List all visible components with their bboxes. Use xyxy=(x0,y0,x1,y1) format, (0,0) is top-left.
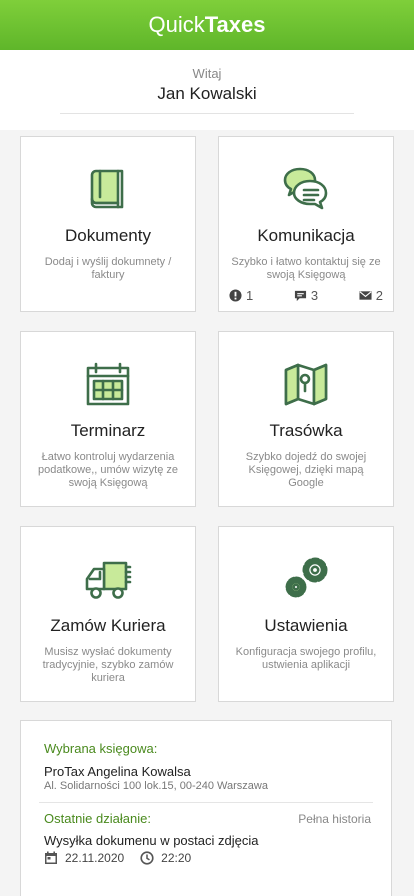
app-title-light: Quick xyxy=(148,12,205,37)
tile-title: Dokumenty xyxy=(65,226,151,245)
alerts-badge[interactable]: 1 xyxy=(229,288,253,303)
mail-count: 2 xyxy=(375,288,383,303)
truck-icon xyxy=(21,553,195,605)
info-panel: Wybrana księgowa: ProTax Angelina Kowals… xyxy=(20,720,392,896)
app-title-bold: Taxes xyxy=(204,12,266,37)
tile-title: Komunikacja xyxy=(257,226,355,245)
alerts-count: 1 xyxy=(246,288,254,303)
last-action-time: 22:20 xyxy=(161,851,192,865)
mail-badge[interactable]: 2 xyxy=(359,288,383,303)
tile-terminarz[interactable]: Terminarz Łatwo kontroluj wydarzenia pod… xyxy=(20,331,196,507)
tile-description: Szybko dojedź do swojej Księgowej, dzięk… xyxy=(245,451,367,489)
divider xyxy=(39,802,373,803)
divider xyxy=(60,113,354,114)
greeting-text: Witaj xyxy=(192,66,222,81)
tile-ustawienia[interactable]: Ustawienia Konfiguracja swojego profilu,… xyxy=(218,526,394,702)
accountant-address: Al. Solidarności 100 lok.15, 00-240 Wars… xyxy=(44,780,268,792)
chat-icon xyxy=(219,163,393,215)
tile-title: Trasówka xyxy=(269,421,343,440)
tile-dokumenty[interactable]: Dokumenty Dodaj i wyślij dokumnety / fak… xyxy=(20,136,196,312)
user-name: Jan Kowalski xyxy=(157,84,257,103)
calendar-small-icon xyxy=(45,851,57,864)
greeting-panel: Witaj Jan Kowalski xyxy=(0,50,414,130)
app-header: QuickTaxes xyxy=(0,0,414,50)
tile-description: Dodaj i wyślij dokumnety / faktury xyxy=(44,256,172,281)
last-action-label: Ostatnie działanie: xyxy=(44,811,151,826)
last-action-date: 22.11.2020 xyxy=(65,851,125,865)
messages-count: 3 xyxy=(310,288,319,303)
tile-description: Konfiguracja swojego profilu, ustwienia … xyxy=(235,646,377,671)
accountant-name: ProTax Angelina Kowalsa xyxy=(44,764,191,779)
tile-kurier[interactable]: Zamów Kuriera Musisz wysłać dokumenty tr… xyxy=(20,526,196,702)
comment-icon xyxy=(294,290,306,302)
tile-title: Ustawienia xyxy=(264,616,348,635)
alert-icon xyxy=(229,289,242,302)
envelope-icon xyxy=(359,291,372,300)
last-action-text: Wysyłka dokumenu w postaci zdjęcia xyxy=(44,833,259,848)
tile-title: Terminarz xyxy=(70,421,146,440)
tile-description: Musisz wysłać dokumenty tradycyjnie, szy… xyxy=(42,646,174,684)
full-history-link[interactable]: Pełna historia xyxy=(298,812,371,826)
tile-description: Szybko i łatwo kontaktuj się ze swoją Ks… xyxy=(231,256,381,281)
accountant-label: Wybrana księgowa: xyxy=(44,741,158,756)
tile-description: Łatwo kontroluj wydarzenia podatkowe,, u… xyxy=(37,451,178,489)
documents-icon xyxy=(21,163,195,215)
map-icon xyxy=(219,358,393,410)
last-action-meta: 22.11.2020 22:20 xyxy=(44,851,191,865)
tile-title: Zamów Kuriera xyxy=(50,616,166,635)
tile-trasowka[interactable]: Trasówka Szybko dojedź do swojej Księgow… xyxy=(218,331,394,507)
messages-badge[interactable]: 3 xyxy=(294,288,318,303)
gears-icon xyxy=(219,553,393,605)
notification-badges: 1 3 2 xyxy=(229,288,383,303)
tile-komunikacja[interactable]: Komunikacja Szybko i łatwo kontaktuj się… xyxy=(218,136,394,312)
calendar-icon xyxy=(21,358,195,410)
clock-icon xyxy=(140,851,154,865)
